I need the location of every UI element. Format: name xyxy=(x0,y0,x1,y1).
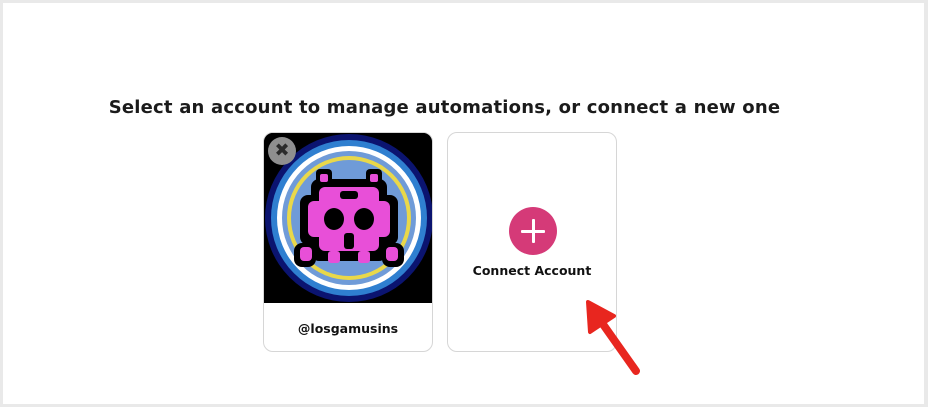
plus-icon[interactable] xyxy=(509,207,557,255)
remove-account-button[interactable]: ✖ xyxy=(268,137,296,165)
account-card[interactable]: ✖ @losgamusins xyxy=(263,132,433,352)
account-handle: @losgamusins xyxy=(297,320,399,336)
connect-account-label: Connect Account xyxy=(472,263,592,278)
page-title: Select an account to manage automations,… xyxy=(108,97,781,118)
close-icon: ✖ xyxy=(274,140,290,161)
page-frame: Select an account to manage automations,… xyxy=(3,3,924,404)
arrow-annotation-icon xyxy=(586,300,640,375)
